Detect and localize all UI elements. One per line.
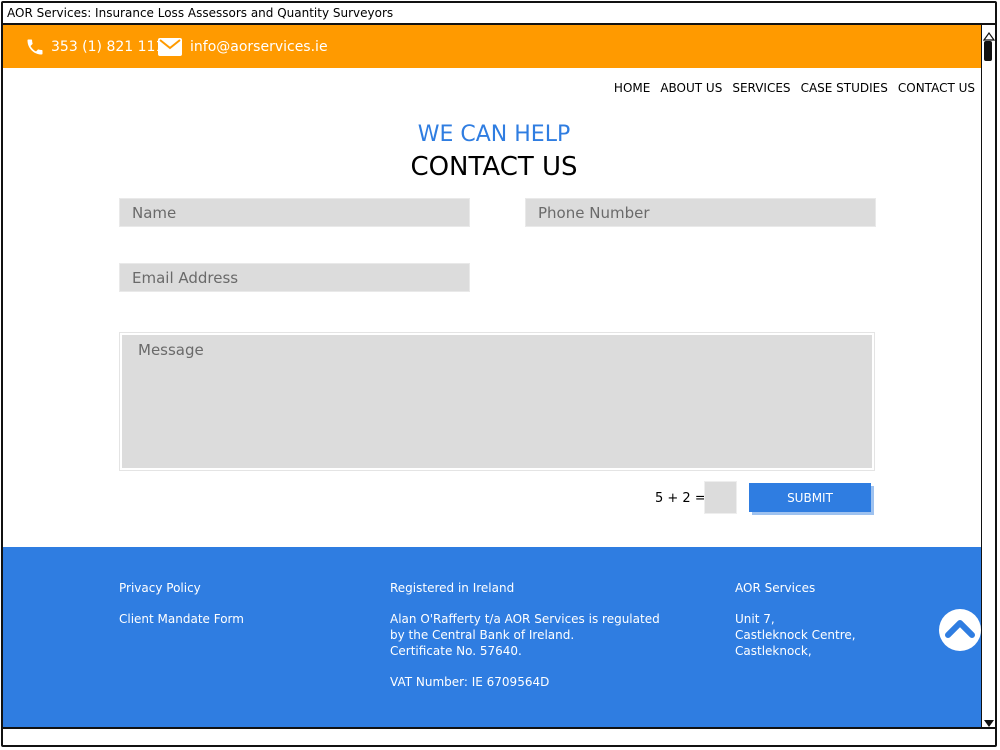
address-line-1: Unit 7, — [735, 612, 775, 626]
phone-number: 353 (1) 821 1111 — [51, 38, 174, 55]
topbar-email[interactable]: info@aorservices.ie — [158, 25, 328, 68]
scroll-down-arrow-icon[interactable] — [983, 715, 995, 727]
nav-case-studies[interactable]: CASE STUDIES — [801, 81, 888, 95]
page-viewport: 353 (1) 821 1111 info@aorservices.ie HOM… — [3, 25, 985, 729]
name-field[interactable] — [119, 198, 470, 227]
captcha-question: 5 + 2 = — [655, 491, 706, 506]
company-heading: AOR Services — [735, 581, 816, 595]
footer-address: AOR Services Unit 7, Castleknock Centre,… — [735, 580, 856, 659]
phone-field[interactable] — [525, 198, 876, 227]
phone-icon — [25, 37, 45, 57]
regulation-line-1: Alan O'Rafferty t/a AOR Services is regu… — [390, 612, 660, 626]
message-field[interactable] — [122, 335, 872, 468]
window-bottom-strip — [3, 727, 995, 745]
footer-registration: Registered in Ireland Alan O'Rafferty t/… — [390, 580, 660, 690]
regulation-line-3: Certificate No. 57640. — [390, 644, 522, 658]
address-line-3: Castleknock, — [735, 644, 812, 658]
captcha-answer-input[interactable] — [704, 481, 737, 514]
chevron-up-icon — [944, 617, 976, 643]
hero-subtitle: WE CAN HELP — [417, 122, 571, 147]
back-to-top-button[interactable] — [939, 609, 981, 651]
browser-window: AOR Services: Insurance Loss Assessors a… — [1, 1, 997, 747]
vat-number: VAT Number: IE 6709564D — [390, 675, 550, 689]
scroll-up-arrow-icon[interactable] — [982, 27, 995, 41]
registered-heading: Registered in Ireland — [390, 581, 515, 595]
nav-about-us[interactable]: ABOUT US — [660, 81, 722, 95]
nav-contact-us[interactable]: CONTACT US — [898, 81, 975, 95]
footer-links: Privacy Policy Client Mandate Form — [119, 580, 244, 627]
submit-button[interactable]: SUBMIT — [749, 483, 871, 512]
contact-topbar: 353 (1) 821 1111 info@aorservices.ie — [3, 25, 985, 68]
nav-services[interactable]: SERVICES — [732, 81, 790, 95]
message-field-wrapper — [119, 332, 875, 471]
page-title: CONTACT US — [410, 152, 578, 182]
address-line-2: Castleknock Centre, — [735, 628, 856, 642]
main-nav: HOME ABOUT US SERVICES CASE STUDIES CONT… — [614, 81, 975, 95]
email-field[interactable] — [119, 263, 470, 292]
scrollbar-thumb[interactable] — [984, 41, 992, 61]
site-footer: Privacy Policy Client Mandate Form Regis… — [3, 547, 985, 729]
privacy-policy-link[interactable]: Privacy Policy — [119, 580, 244, 596]
topbar-phone[interactable]: 353 (1) 821 1111 — [25, 25, 173, 68]
email-address: info@aorservices.ie — [190, 38, 328, 55]
window-title: AOR Services: Insurance Loss Assessors a… — [3, 3, 995, 25]
client-mandate-form-link[interactable]: Client Mandate Form — [119, 611, 244, 627]
nav-home[interactable]: HOME — [614, 81, 650, 95]
vertical-scrollbar[interactable] — [981, 25, 995, 729]
regulation-line-2: by the Central Bank of Ireland. — [390, 628, 575, 642]
envelope-icon — [158, 37, 182, 56]
